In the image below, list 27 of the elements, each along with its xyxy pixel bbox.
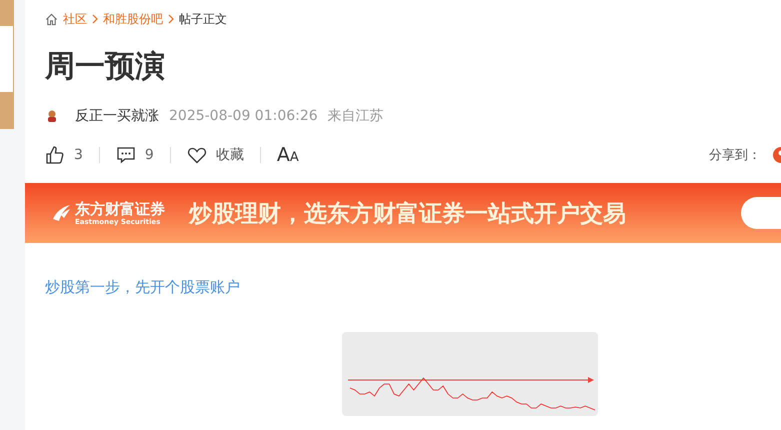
side-card-edge xyxy=(0,92,14,129)
comment-icon[interactable] xyxy=(116,145,136,165)
thumbs-up-icon[interactable] xyxy=(45,145,65,165)
banner-button[interactable] xyxy=(741,197,781,229)
avatar-icon[interactable] xyxy=(45,109,59,123)
article-link[interactable]: 炒股第一步，先开个股票账户 xyxy=(45,278,240,297)
post-time: 2025-08-09 01:06:26 xyxy=(169,108,318,124)
author-name[interactable]: 反正一买就涨 xyxy=(75,107,159,125)
breadcrumb-link[interactable]: 和胜股份吧 xyxy=(103,10,163,28)
side-card-edge xyxy=(0,0,14,26)
brand-name: 东方财富证券 xyxy=(75,200,165,218)
chevron-icon xyxy=(92,14,98,24)
like-count: 3 xyxy=(74,147,83,163)
comment-count: 9 xyxy=(144,147,154,163)
home-icon[interactable] xyxy=(45,12,58,26)
chevron-icon xyxy=(168,14,174,24)
breadcrumb-link[interactable]: 社区 xyxy=(63,10,87,28)
share-label: 分享到： xyxy=(709,147,761,164)
heart-icon[interactable] xyxy=(186,145,207,165)
post-location: 来自江苏 xyxy=(328,107,384,125)
logo-icon xyxy=(51,203,71,223)
favorite-button[interactable]: 收藏 xyxy=(216,146,244,164)
breadcrumb-current: 帖子正文 xyxy=(179,10,227,28)
share-icon[interactable] xyxy=(773,147,781,163)
post-title: 周一预演 xyxy=(44,48,166,86)
banner-slogan: 炒股理财，选东方财富证券一站式开户交易 xyxy=(189,200,626,228)
font-size-button[interactable]: AA xyxy=(276,144,299,166)
